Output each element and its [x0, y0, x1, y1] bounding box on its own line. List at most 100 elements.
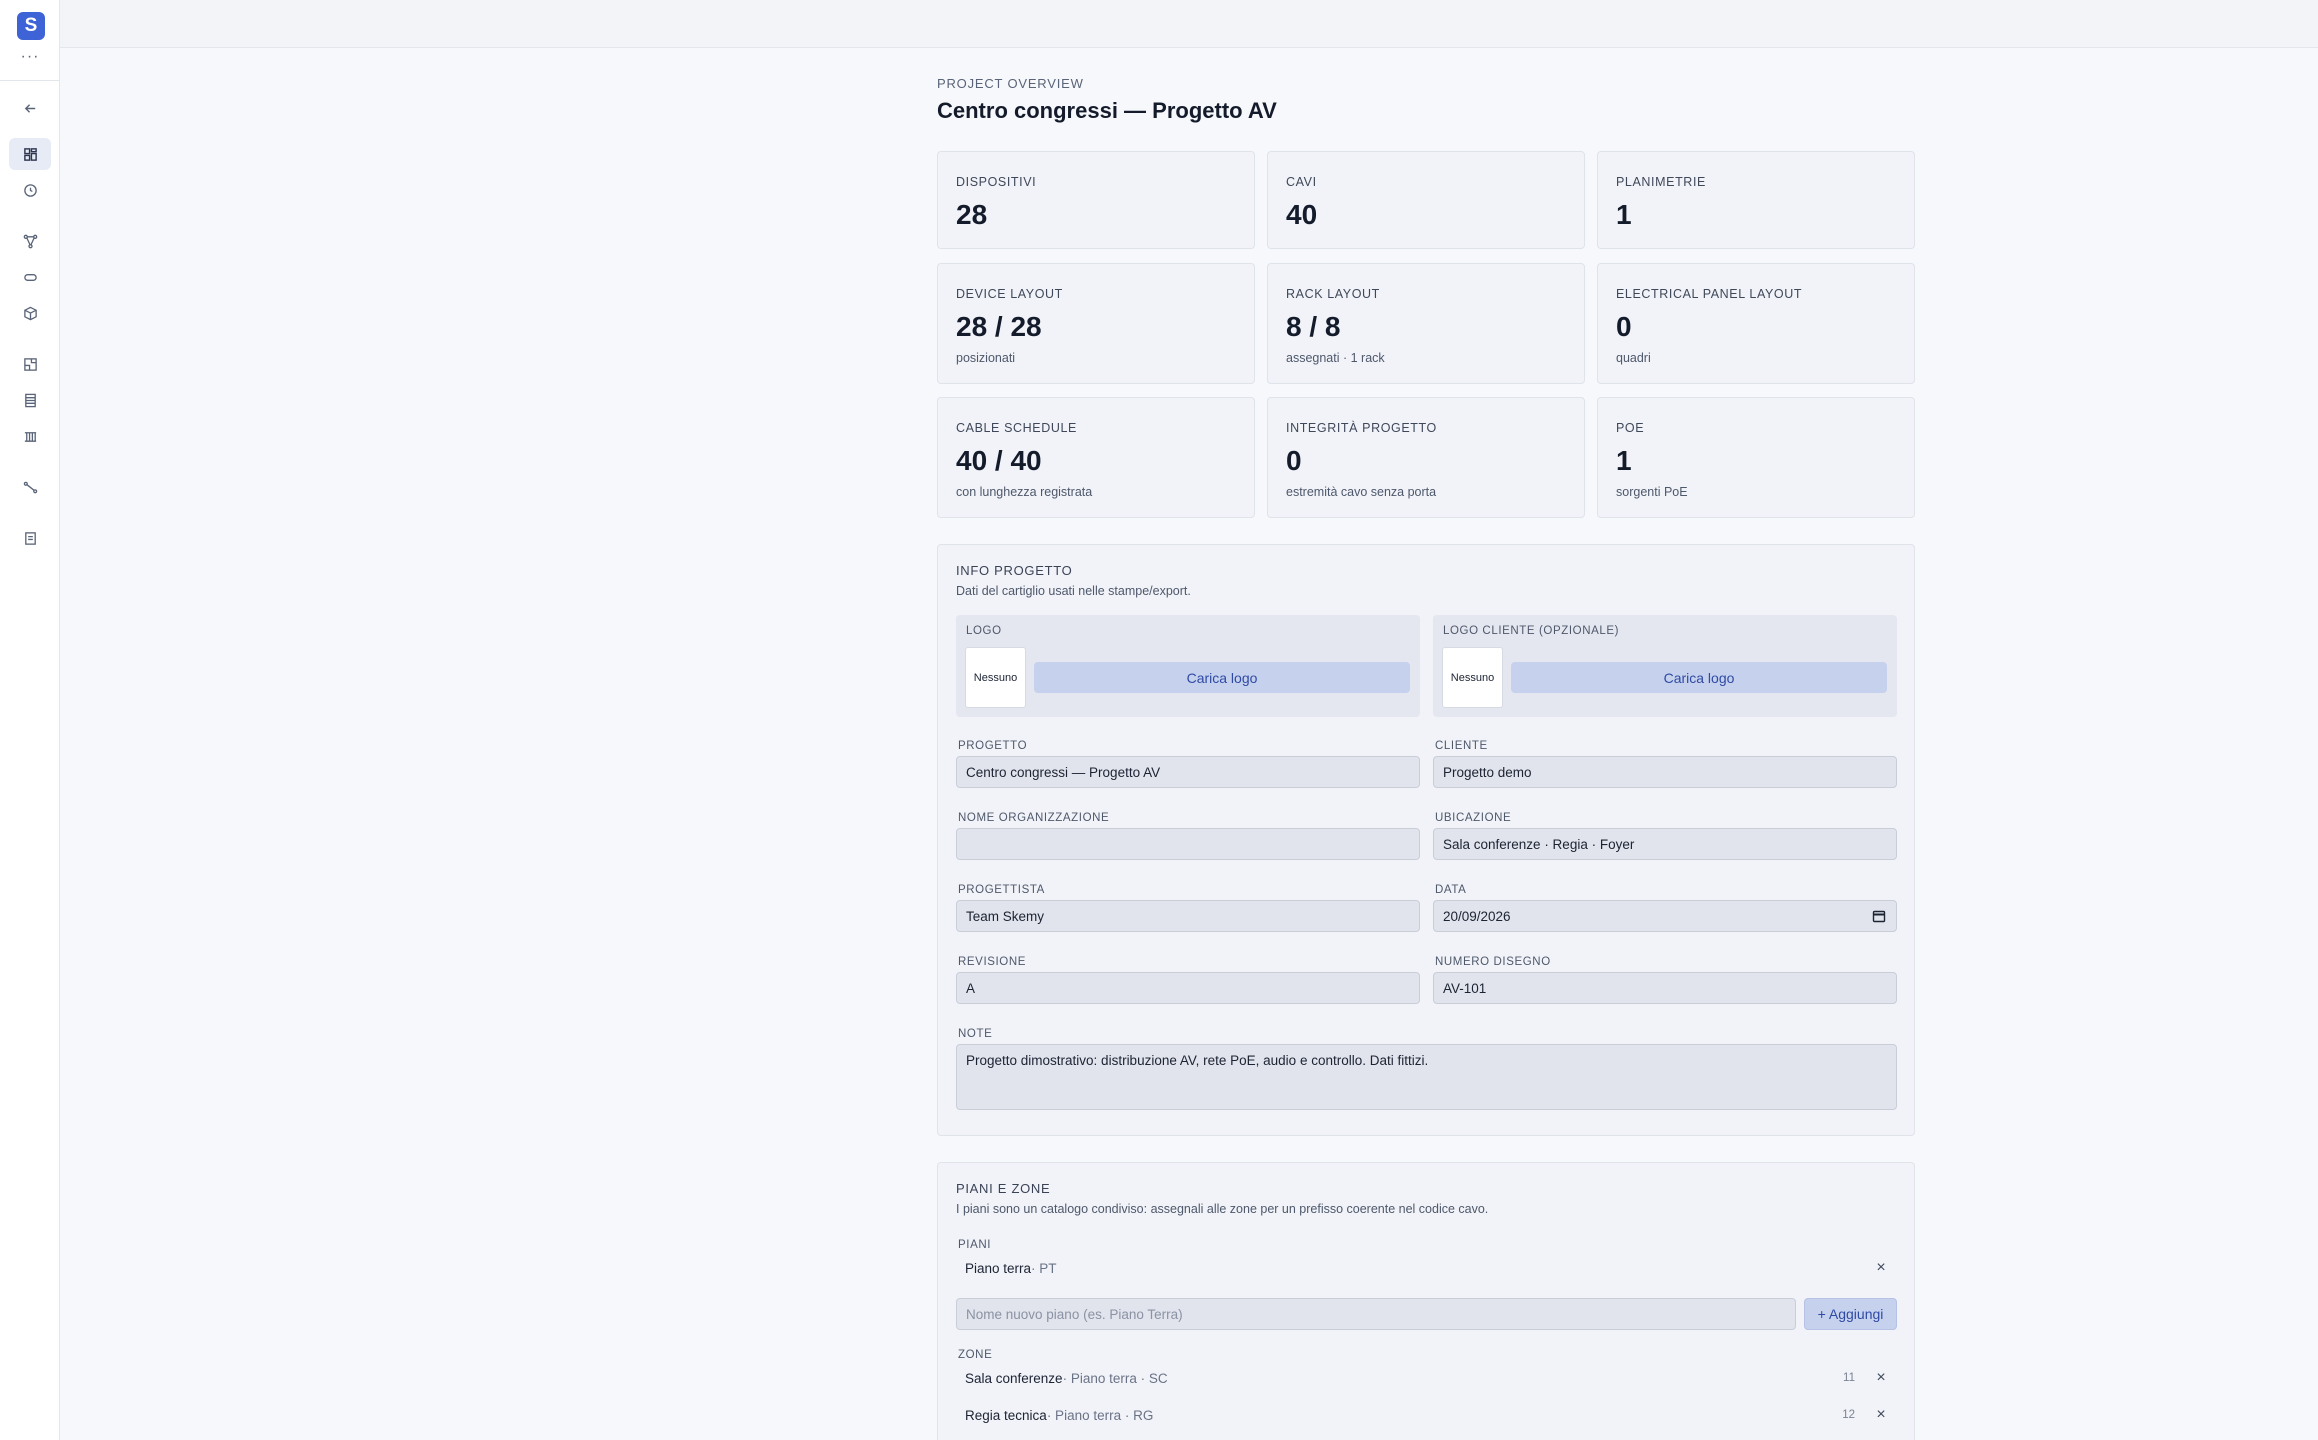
box-icon[interactable] — [9, 297, 51, 329]
numero-disegno-input[interactable]: AV-101 — [1433, 972, 1897, 1004]
cable-icon[interactable] — [9, 261, 51, 293]
zone-count: 12 — [1842, 1409, 1855, 1421]
numero-disegno-label: NUMERO DISEGNO — [1435, 956, 1551, 968]
stat-value: 28 — [956, 199, 988, 230]
floor-name: Piano terra — [965, 1260, 1032, 1276]
zone-meta: · Piano terra · RG — [1046, 1407, 1154, 1423]
stat-label: ELECTRICAL PANEL LAYOUT — [1616, 287, 1803, 301]
stat-label: INTEGRITÀ PROGETTO — [1286, 421, 1437, 435]
stat-card-cable-schedule[interactable]: CABLE SCHEDULE 40 / 40 con lunghezza reg… — [937, 397, 1255, 518]
stat-value: 1 — [1616, 445, 1632, 476]
more-menu-icon[interactable]: ··· — [0, 48, 60, 66]
top-bar — [60, 0, 2318, 48]
stat-label: CAVI — [1286, 175, 1317, 189]
floor-meta: · PT — [1031, 1260, 1057, 1276]
stat-value: 40 — [1286, 199, 1318, 230]
client-logo-label: LOGO CLIENTE (OPZIONALE) — [1443, 625, 1620, 637]
stat-label: RACK LAYOUT — [1286, 287, 1380, 301]
stat-label: PLANIMETRIE — [1616, 175, 1706, 189]
remove-zone-icon[interactable]: × — [1873, 1370, 1889, 1386]
client-logo-thumbnail: Nessuno — [1442, 647, 1503, 708]
revisione-label: REVISIONE — [958, 956, 1027, 968]
stat-value: 0 — [1286, 445, 1302, 476]
sidebar-divider — [0, 80, 60, 81]
page-title: Centro congressi — Progetto AV — [937, 98, 1277, 123]
sidebar: S ··· — [0, 0, 60, 1440]
stat-label: DEVICE LAYOUT — [956, 287, 1063, 301]
document-icon[interactable] — [9, 522, 51, 554]
stat-label: POE — [1616, 421, 1645, 435]
stat-sub: sorgenti PoE — [1616, 485, 1688, 499]
data-label: DATA — [1435, 884, 1467, 896]
zone-count: 11 — [1843, 1372, 1855, 1384]
piani-zone-panel: PIANI E ZONE I piani sono un catalogo co… — [937, 1162, 1915, 1440]
back-arrow-icon[interactable] — [9, 92, 51, 124]
data-input[interactable]: 20/09/2026 — [1433, 900, 1897, 932]
calendar-icon[interactable] — [1872, 909, 1886, 923]
revisione-input[interactable]: A — [956, 972, 1420, 1004]
link-icon[interactable] — [9, 471, 51, 503]
info-progetto-panel: INFO PROGETTO Dati del cartiglio usati n… — [937, 544, 1915, 1136]
stat-sub: estremità cavo senza porta — [1286, 485, 1437, 499]
remove-floor-icon[interactable]: × — [1873, 1260, 1889, 1276]
zone-row[interactable]: Regia tecnica · Piano terra · RG 12 × — [956, 1400, 1897, 1430]
panel-title: PIANI E ZONE — [956, 1181, 1051, 1196]
stat-card-poe[interactable]: POE 1 sorgenti PoE — [1597, 397, 1915, 518]
rack-icon[interactable] — [9, 384, 51, 416]
clock-icon[interactable] — [9, 174, 51, 206]
stat-value: 8 / 8 — [1286, 311, 1341, 342]
stat-sub: assegnati · 1 rack — [1286, 351, 1385, 365]
progettista-input[interactable]: Team Skemy — [956, 900, 1420, 932]
stat-card-dispositivi[interactable]: DISPOSITIVI 28 — [937, 151, 1255, 249]
organizzazione-label: NOME ORGANIZZAZIONE — [958, 812, 1110, 824]
cliente-input[interactable]: Progetto demo — [1433, 756, 1897, 788]
organizzazione-input[interactable] — [956, 828, 1420, 860]
floor-row[interactable]: Piano terra · PT × — [956, 1253, 1897, 1283]
page-eyebrow: PROJECT OVERVIEW — [937, 76, 1084, 91]
dashboard-icon[interactable] — [9, 138, 51, 170]
network-icon[interactable] — [9, 225, 51, 257]
stat-card-planimetrie[interactable]: PLANIMETRIE 1 — [1597, 151, 1915, 249]
ubicazione-input[interactable]: Sala conferenze · Regia · Foyer — [1433, 828, 1897, 860]
logo-label: LOGO — [966, 625, 1002, 637]
add-floor-button[interactable]: + Aggiungi — [1804, 1298, 1897, 1330]
zone-name: Regia tecnica — [965, 1407, 1047, 1423]
note-textarea[interactable]: Progetto dimostrativo: distribuzione AV,… — [956, 1044, 1897, 1110]
stat-label: DISPOSITIVI — [956, 175, 1037, 189]
stat-card-device-layout[interactable]: DEVICE LAYOUT 28 / 28 posizionati — [937, 263, 1255, 384]
upload-logo-button[interactable]: Carica logo — [1034, 662, 1410, 693]
progettista-label: PROGETTISTA — [958, 884, 1045, 896]
piani-label: PIANI — [958, 1239, 992, 1251]
stat-card-cavi[interactable]: CAVI 40 — [1267, 151, 1585, 249]
stat-value: 28 / 28 — [956, 311, 1042, 342]
stat-card-electrical-panel-layout[interactable]: ELECTRICAL PANEL LAYOUT 0 quadri — [1597, 263, 1915, 384]
app-logo[interactable]: S — [17, 12, 45, 40]
remove-zone-icon[interactable]: × — [1873, 1407, 1889, 1423]
stat-sub: quadri — [1616, 351, 1651, 365]
stat-card-integrita-progetto[interactable]: INTEGRITÀ PROGETTO 0 estremità cavo senz… — [1267, 397, 1585, 518]
panel-title: INFO PROGETTO — [956, 563, 1073, 578]
ubicazione-label: UBICAZIONE — [1435, 812, 1512, 824]
zone-label: ZONE — [958, 1349, 993, 1361]
panel-description: I piani sono un catalogo condiviso: asse… — [956, 1202, 1489, 1216]
stat-card-rack-layout[interactable]: RACK LAYOUT 8 / 8 assegnati · 1 rack — [1267, 263, 1585, 384]
progetto-input[interactable]: Centro congressi — Progetto AV — [956, 756, 1420, 788]
stat-value: 40 / 40 — [956, 445, 1042, 476]
stat-label: CABLE SCHEDULE — [956, 421, 1077, 435]
progetto-label: PROGETTO — [958, 740, 1028, 752]
cliente-label: CLIENTE — [1435, 740, 1488, 752]
zone-name: Sala conferenze — [965, 1370, 1063, 1386]
zone-row[interactable]: Sala conferenze · Piano terra · SC 11 × — [956, 1363, 1897, 1393]
client-logo-upload-box: LOGO CLIENTE (OPZIONALE) Nessuno Carica … — [1433, 615, 1897, 717]
logo-thumbnail: Nessuno — [965, 647, 1026, 708]
zone-meta: · Piano terra · SC — [1062, 1370, 1168, 1386]
new-floor-input[interactable]: Nome nuovo piano (es. Piano Terra) — [956, 1298, 1796, 1330]
floorplan-icon[interactable] — [9, 348, 51, 380]
logo-upload-box: LOGO Nessuno Carica logo — [956, 615, 1420, 717]
upload-client-logo-button[interactable]: Carica logo — [1511, 662, 1887, 693]
stat-value: 1 — [1616, 199, 1632, 230]
panel-icon[interactable] — [9, 420, 51, 452]
data-value: 20/09/2026 — [1443, 908, 1511, 924]
note-label: NOTE — [958, 1028, 993, 1040]
stat-sub: con lunghezza registrata — [956, 485, 1093, 499]
